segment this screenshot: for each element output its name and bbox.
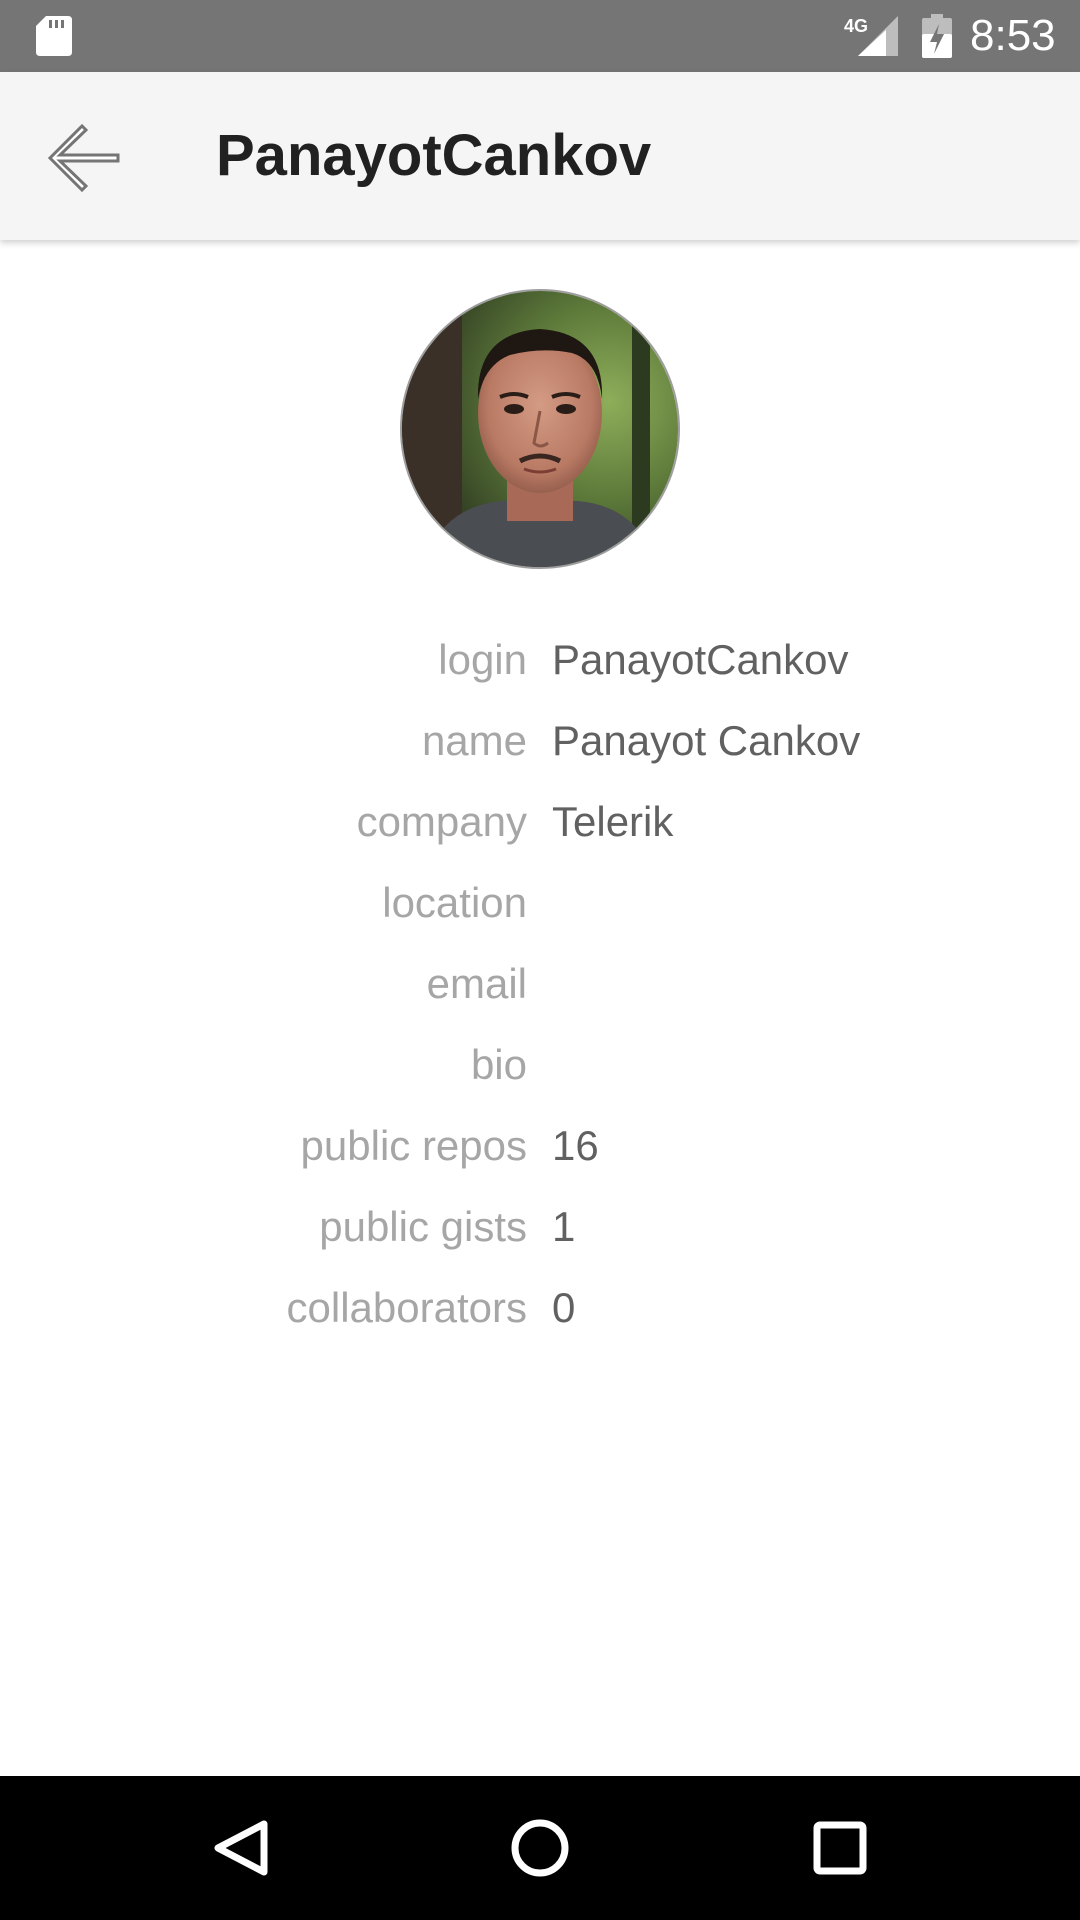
detail-row-company: company Telerik (0, 782, 1080, 863)
system-nav-bar (0, 1776, 1080, 1920)
detail-value: 0 (552, 1284, 576, 1331)
page-title: PanayotCankov (216, 123, 652, 188)
detail-row-public-gists: public gists 1 (0, 1187, 1080, 1268)
detail-row-collaborators: collaborators 0 (0, 1268, 1080, 1349)
detail-label: public gists (319, 1203, 527, 1250)
nav-home-button[interactable] (490, 1798, 590, 1898)
back-arrow-icon (47, 123, 120, 193)
detail-value: PanayotCankov (552, 636, 849, 683)
nav-recents-icon (813, 1821, 867, 1875)
nav-back-icon (214, 1820, 268, 1876)
detail-row-email: email (0, 944, 1080, 1025)
detail-row-name: name Panayot Cankov (0, 701, 1080, 782)
detail-label: public repos (300, 1122, 527, 1169)
detail-label: location (382, 879, 527, 926)
detail-label: email (426, 960, 527, 1007)
detail-value: Telerik (552, 798, 674, 845)
status-clock: 8:53 (970, 11, 1056, 60)
detail-row-public-repos: public repos 16 (0, 1106, 1080, 1187)
back-button[interactable] (28, 110, 140, 202)
detail-label: bio (470, 1041, 527, 1088)
battery-charging-icon (922, 14, 952, 58)
user-avatar-image (402, 291, 678, 567)
detail-value: 1 (552, 1203, 576, 1250)
detail-label: company (356, 798, 527, 845)
nav-recents-button[interactable] (790, 1798, 890, 1898)
detail-label: name (421, 717, 527, 764)
detail-row-bio: bio (0, 1025, 1080, 1106)
signal-4g-icon: 4G (844, 16, 898, 56)
avatar (400, 289, 680, 569)
detail-value: 16 (552, 1122, 599, 1169)
network-label: 4G (844, 16, 868, 36)
detail-value: Panayot Cankov (552, 717, 861, 764)
detail-row-login: login PanayotCankov (0, 620, 1080, 701)
sd-card-icon (36, 16, 72, 56)
nav-back-button[interactable] (190, 1798, 290, 1898)
screen: 4G 8:53 PanayotCankov login PanayotCanko… (0, 0, 1080, 1920)
app-bar: PanayotCankov (0, 72, 1080, 240)
detail-label: collaborators (286, 1284, 527, 1331)
detail-label: login (438, 636, 527, 683)
status-bar: 4G 8:53 (0, 0, 1080, 72)
nav-home-icon (511, 1819, 569, 1877)
detail-row-location: location (0, 863, 1080, 944)
